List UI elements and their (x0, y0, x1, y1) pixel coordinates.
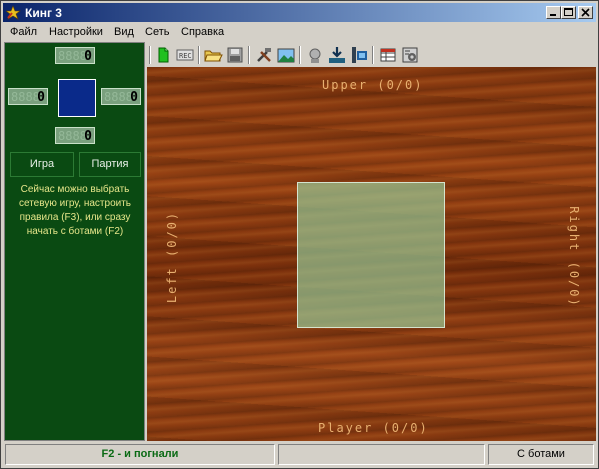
tab-game[interactable]: Игра (10, 152, 74, 177)
bot-icon[interactable] (305, 45, 325, 65)
picture-icon[interactable] (276, 45, 296, 65)
minimize-button[interactable] (546, 6, 561, 19)
toolbar: REC (147, 43, 596, 67)
seat-left: Left (0/0) (165, 210, 179, 304)
card-table[interactable]: Upper (0/0) Left (0/0) Right (0/0) Playe… (147, 67, 596, 441)
tab-match[interactable]: Партия (79, 152, 141, 177)
trick-area[interactable] (297, 182, 445, 328)
settings-icon[interactable] (400, 45, 420, 65)
download-icon[interactable] (327, 45, 347, 65)
close-button[interactable] (578, 6, 593, 19)
menu-help[interactable]: Справка (181, 26, 224, 38)
menu-file[interactable]: Файл (10, 26, 37, 38)
menu-view[interactable]: Вид (114, 26, 134, 38)
tools-icon[interactable] (254, 45, 274, 65)
svg-text:REC: REC (179, 52, 192, 60)
window-title: Кинг 3 (25, 6, 62, 20)
toolbar-separator (248, 46, 250, 64)
network-icon[interactable] (349, 45, 369, 65)
status-middle (278, 444, 485, 465)
status-mode: С ботами (488, 444, 594, 465)
seat-right: Right (0/0) (567, 206, 581, 308)
menu-network[interactable]: Сеть (145, 26, 169, 38)
trump-indicator (58, 79, 96, 117)
toolbar-separator (372, 46, 374, 64)
status-bar: F2 - и погнали С ботами (3, 443, 596, 466)
menu-bar: Файл Настройки Вид Сеть Справка (3, 23, 596, 41)
score-left: 8888 0 (8, 88, 48, 105)
seat-player: Player (0/0) (318, 421, 429, 435)
panel-message: Сейчас можно выбрать сетевую игру, настр… (18, 184, 132, 237)
toolbar-grip (149, 46, 151, 64)
app-icon (5, 5, 21, 20)
app-window: Кинг 3 Файл Настройки Вид Сеть Справка 8… (0, 0, 599, 469)
seat-upper: Upper (0/0) (322, 78, 424, 92)
toolbar-separator (299, 46, 301, 64)
save-icon[interactable] (225, 45, 245, 65)
score-panel: 8888 0 8888 0 8888 0 8888 0 Игра Партия … (4, 42, 145, 441)
score-right: 8888 0 (101, 88, 141, 105)
open-icon[interactable] (203, 45, 223, 65)
score-top: 8888 0 (55, 47, 95, 64)
status-hint: F2 - и погнали (5, 444, 275, 465)
record-icon[interactable]: REC (175, 45, 195, 65)
new-game-icon[interactable] (153, 45, 173, 65)
menu-settings[interactable]: Настройки (49, 26, 103, 38)
title-bar[interactable]: Кинг 3 (3, 3, 596, 22)
score-bottom: 8888 0 (55, 127, 95, 144)
table-icon[interactable] (378, 45, 398, 65)
toolbar-separator (198, 46, 200, 64)
maximize-button[interactable] (561, 6, 576, 19)
